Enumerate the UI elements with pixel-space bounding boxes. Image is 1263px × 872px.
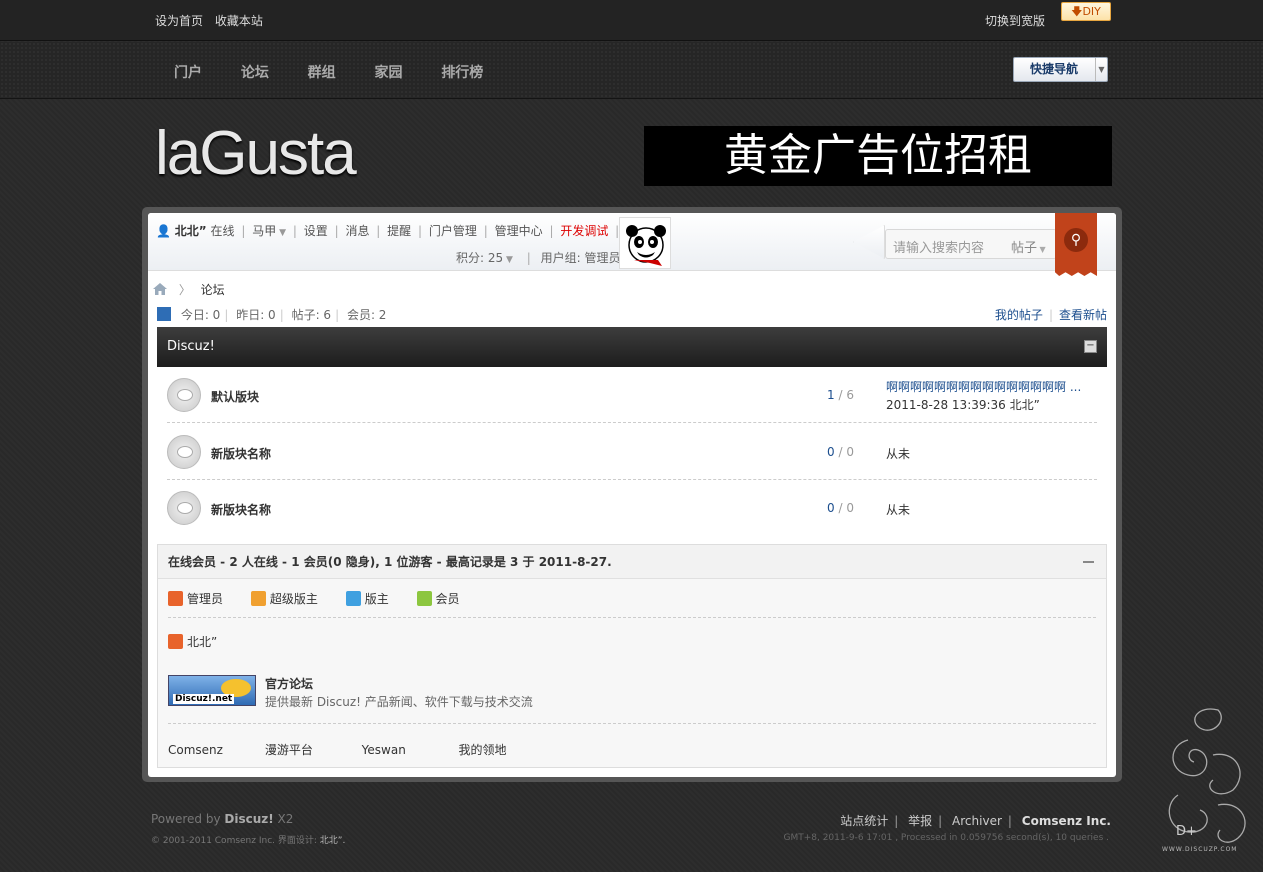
- forum-status-icon: [167, 378, 201, 412]
- last-post-meta: 2011-8-28 13:39:36 北北”: [886, 398, 1040, 412]
- forum-counts: 0 / 0: [827, 445, 854, 459]
- quick-nav-button[interactable]: 快捷导航 ▼: [1013, 57, 1108, 82]
- forum-row: 新版块名称 0 / 0 从未: [167, 480, 1097, 536]
- nav-item-home[interactable]: 家园: [374, 62, 402, 82]
- discuz-link-image[interactable]: Discuz!.net: [168, 675, 256, 706]
- download-arrow-icon: 🡇: [1071, 5, 1083, 18]
- bookmark-link[interactable]: 收藏本站: [215, 14, 263, 28]
- forum-row: 新版块名称 0 / 0 从未: [167, 424, 1097, 480]
- member-icon: [416, 591, 432, 606]
- official-forum-title[interactable]: 官方论坛: [265, 677, 313, 691]
- new-posts-link[interactable]: 查看新帖: [1059, 308, 1107, 322]
- online-status: 在线: [210, 224, 235, 238]
- admin-center-link[interactable]: 管理中心: [495, 224, 543, 238]
- search-input[interactable]: 请输入搜索内容: [893, 237, 984, 256]
- search-box[interactable]: 请输入搜索内容 帖子 ▼: [885, 229, 1057, 259]
- points-menu[interactable]: 积分: 25: [456, 251, 503, 265]
- stat-today: 今日: 0: [180, 308, 221, 322]
- nav-item-ranking[interactable]: 排行榜: [441, 62, 483, 82]
- usergroup-legend: 管理员 超级版主 版主 会员: [168, 590, 484, 607]
- forum-last-post: 从未: [886, 447, 911, 461]
- ad-banner[interactable]: 黄金广告位招租: [644, 126, 1112, 186]
- friend-link[interactable]: Comsenz: [168, 743, 261, 757]
- category-title[interactable]: Discuz!: [167, 339, 215, 354]
- search-button[interactable]: ⚲: [1055, 213, 1097, 276]
- collapse-icon[interactable]: −: [1084, 340, 1097, 353]
- last-post-title[interactable]: 啊啊啊啊啊啊啊啊啊啊啊啊啊啊啊 ...: [886, 378, 1081, 396]
- official-forum-desc: 提供最新 Discuz! 产品新闻、软件下载与技术交流: [265, 695, 533, 709]
- friend-link[interactable]: 漫游平台: [265, 741, 358, 758]
- breadcrumb: 〉 论坛: [153, 281, 225, 298]
- user-bar: 👤 北北” 在线 | 马甲 ▼ | 设置 | 消息 | 提醒 | 门户管理 | …: [148, 213, 1116, 276]
- search-type-select[interactable]: 帖子 ▼: [1011, 237, 1046, 256]
- moderator-icon: [345, 591, 361, 606]
- super-moderator-icon: [250, 591, 266, 606]
- nav-item-forum[interactable]: 论坛: [241, 62, 269, 82]
- collapse-icon[interactable]: [1083, 561, 1094, 563]
- chart-icon: [157, 307, 171, 321]
- footer-link-archiver[interactable]: Archiver: [952, 814, 1002, 828]
- forum-stats: 今日: 0 | 昨日: 0 | 帖子: 6 | 会员: 2: [157, 306, 386, 323]
- username-link[interactable]: 北北”: [175, 224, 207, 238]
- dev-debug-link[interactable]: 开发调试: [560, 224, 608, 238]
- diy-button[interactable]: 🡇DIY: [1061, 2, 1111, 21]
- home-icon[interactable]: [153, 283, 167, 295]
- forum-counts: 0 / 0: [827, 501, 854, 515]
- powered-by: Powered by Discuz! X2: [151, 812, 294, 826]
- online-user[interactable]: 北北”: [168, 633, 217, 650]
- forum-name[interactable]: 新版块名称: [211, 445, 271, 462]
- user-icon: 👤: [156, 224, 171, 238]
- category-header: Discuz! −: [157, 327, 1107, 367]
- dropdown-arrow-icon: ▼: [1095, 58, 1107, 81]
- search-icon: ⚲: [1064, 228, 1088, 252]
- nav-item-group[interactable]: 群组: [308, 62, 336, 82]
- usergroup-link[interactable]: 用户组: 管理员: [541, 251, 621, 265]
- forum-name[interactable]: 新版块名称: [211, 501, 271, 518]
- breadcrumb-forum[interactable]: 论坛: [201, 283, 225, 297]
- avatar[interactable]: [619, 217, 671, 269]
- decorative-swirl: D+ WWW.DISCUZP.COM: [1158, 700, 1258, 860]
- footer-links: 站点统计 | 举报 | Archiver | Comsenz Inc.: [840, 814, 1111, 828]
- footer-link-comsenz[interactable]: Comsenz Inc.: [1022, 814, 1111, 828]
- designer-link[interactable]: 北北”.: [320, 836, 346, 846]
- online-members-box: 在线会员 - 2 人在线 - 1 会员(0 隐身), 1 位游客 - 最高记录是…: [157, 544, 1107, 768]
- set-homepage-link[interactable]: 设为首页: [155, 14, 203, 28]
- nav-item-portal[interactable]: 门户: [174, 62, 202, 82]
- runtime-info: GMT+8, 2011-9-6 17:01 , Processed in 0.0…: [783, 833, 1109, 843]
- forum-row: 默认版块 1 / 6 啊啊啊啊啊啊啊啊啊啊啊啊啊啊啊 ... 2011-8-28…: [167, 367, 1097, 423]
- portal-admin-link[interactable]: 门户管理: [429, 224, 477, 238]
- forum-status-icon: [167, 435, 201, 469]
- user-menu: 👤 北北” 在线 | 马甲 ▼ | 设置 | 消息 | 提醒 | 门户管理 | …: [156, 222, 650, 239]
- official-forum-link: 官方论坛 提供最新 Discuz! 产品新闻、软件下载与技术交流: [265, 675, 533, 711]
- main-panel: 👤 北北” 在线 | 马甲 ▼ | 设置 | 消息 | 提醒 | 门户管理 | …: [148, 213, 1116, 777]
- user-info: 积分: 25 ▼ | 用户组: 管理员: [456, 251, 621, 265]
- messages-link[interactable]: 消息: [345, 224, 369, 238]
- stat-yesterday: 昨日: 0: [236, 308, 276, 322]
- forum-last-post: 从未: [886, 503, 911, 517]
- forum-last-post: 啊啊啊啊啊啊啊啊啊啊啊啊啊啊啊 ... 2011-8-28 13:39:36 北…: [886, 378, 1081, 414]
- admin-user-icon: [168, 591, 183, 606]
- forum-name[interactable]: 默认版块: [211, 388, 259, 405]
- my-links: 我的帖子 | 查看新帖: [994, 308, 1107, 322]
- majia-menu[interactable]: 马甲: [252, 224, 276, 238]
- my-posts-link[interactable]: 我的帖子: [995, 308, 1043, 322]
- reminders-link[interactable]: 提醒: [387, 224, 411, 238]
- footer-link-stats[interactable]: 站点统计: [840, 814, 888, 828]
- stat-posts: 帖子: 6: [291, 308, 332, 322]
- stat-members: 会员: 2: [346, 308, 387, 322]
- discuz-link[interactable]: Discuz!: [224, 812, 273, 826]
- settings-link[interactable]: 设置: [304, 224, 328, 238]
- copyright: © 2001-2011 Comsenz Inc. 界面设计: 北北”.: [151, 836, 346, 846]
- friend-link[interactable]: 我的领地: [458, 741, 506, 758]
- forum-status-icon: [167, 491, 201, 525]
- online-header: 在线会员 - 2 人在线 - 1 会员(0 隐身), 1 位游客 - 最高记录是…: [158, 545, 1106, 579]
- friend-links: Comsenz 漫游平台 Yeswan 我的领地: [168, 741, 507, 758]
- friend-link[interactable]: Yeswan: [362, 743, 455, 757]
- switch-width-link[interactable]: 切换到宽版: [985, 12, 1045, 29]
- admin-user-icon: [168, 634, 183, 649]
- site-logo[interactable]: laGusta: [155, 118, 357, 189]
- footer-link-report[interactable]: 举报: [908, 814, 932, 828]
- forum-counts: 1 / 6: [827, 388, 854, 402]
